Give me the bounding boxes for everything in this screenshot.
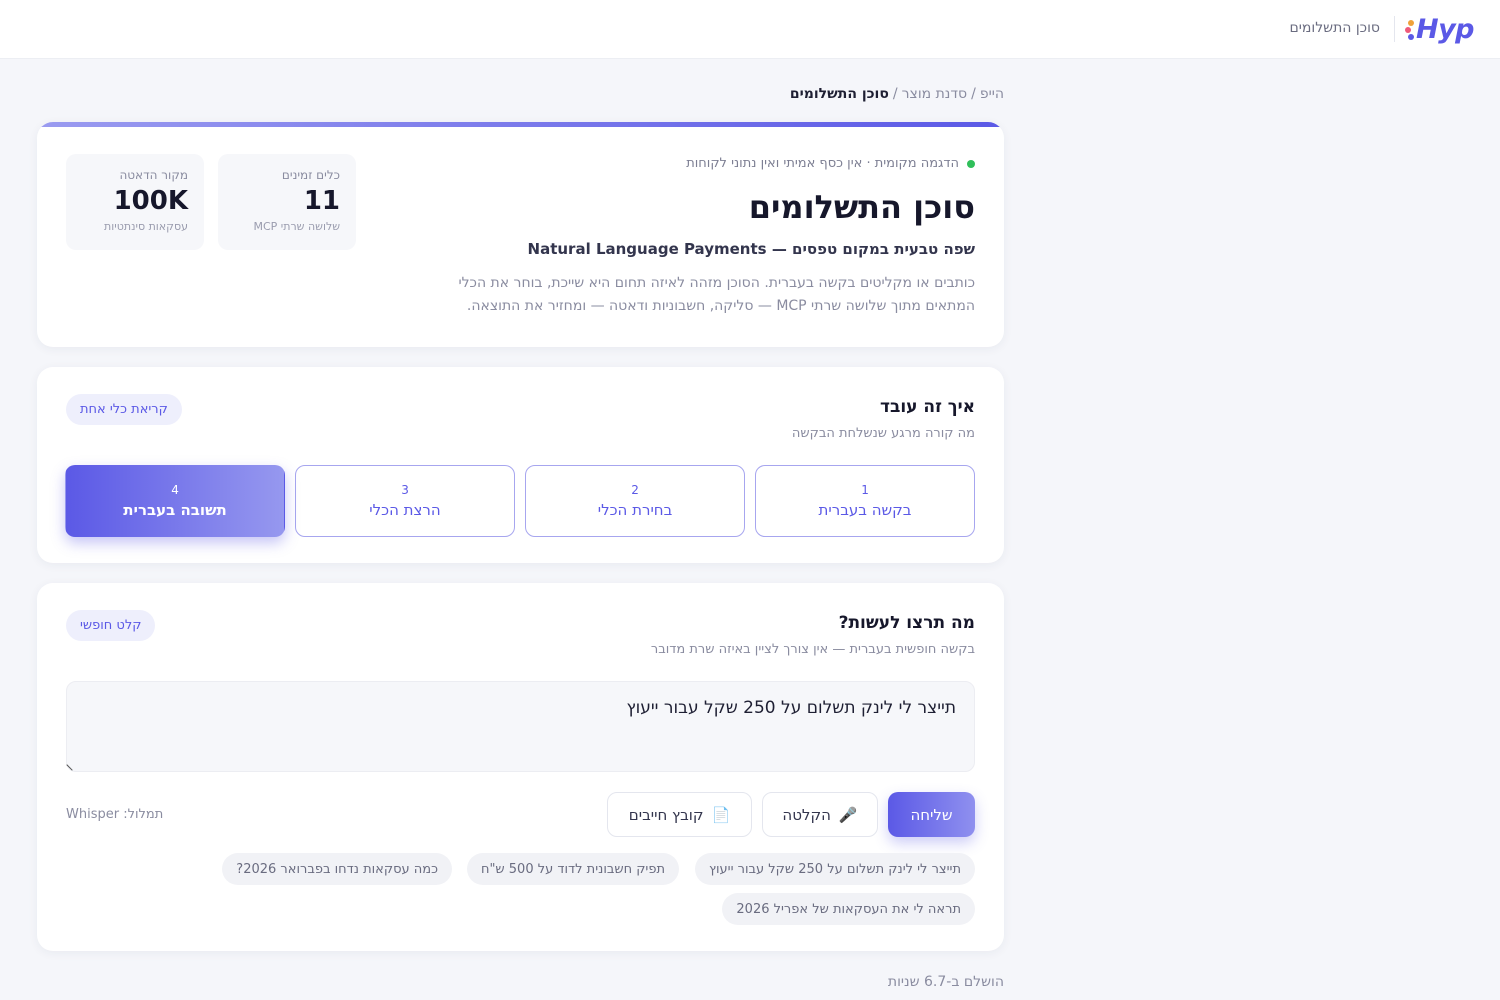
hero-accent-bar bbox=[37, 122, 1004, 127]
breadcrumb-separator: / bbox=[892, 86, 898, 102]
how-title: איך זה עובד bbox=[879, 397, 975, 417]
how-it-works-card: איך זה עובד מה קורה מרגע שנשלחת הבקשה קר… bbox=[37, 367, 1004, 563]
send-button[interactable]: שליחה bbox=[888, 792, 975, 837]
single-tool-call-badge: קריאת כלי אחת bbox=[66, 394, 182, 425]
stat-sub: עסקאות סינתטיות bbox=[104, 220, 188, 233]
stat-label: כלים זמינים bbox=[281, 168, 340, 182]
example-chip-april[interactable]: תראה לי את העסקאות של אפריל 2026 bbox=[722, 893, 975, 925]
step-number: 2 bbox=[631, 483, 639, 497]
transcription-engine: תמלול: Whisper bbox=[66, 807, 164, 822]
breadcrumb-separator: / bbox=[971, 86, 976, 102]
example-chip-declined[interactable]: כמה עסקאות נדחו בפברואר 2026? bbox=[222, 853, 452, 885]
demo-status: הדגמה מקומית · אין כסף אמיתי ואין נתוני … bbox=[686, 156, 975, 171]
file-label: קובץ חייבים bbox=[628, 805, 704, 824]
step-label: תשובה בעברית bbox=[123, 501, 227, 519]
step-number: 1 bbox=[861, 483, 869, 497]
step-label: בחירת הכלי bbox=[597, 501, 673, 519]
debtors-file-button[interactable]: 📄 קובץ חייבים bbox=[607, 792, 752, 837]
send-label: שליחה bbox=[910, 805, 953, 824]
free-input-badge: קלט חופשי bbox=[66, 610, 156, 641]
stat-label: מקור הדאטה bbox=[119, 168, 188, 182]
request-input[interactable] bbox=[66, 681, 975, 772]
demo-status-text: הדגמה מקומית · אין כסף אמיתי ואין נתוני … bbox=[686, 156, 959, 171]
step-label: הרצת הכלי bbox=[369, 501, 441, 519]
top-divider bbox=[1394, 16, 1395, 42]
top-bar: Hyp סוכן התשלומים bbox=[0, 0, 1500, 59]
status-dot-icon bbox=[967, 159, 975, 168]
brand-dots-icon bbox=[1404, 18, 1414, 40]
step-hebrew-answer[interactable]: 4 תשובה בעברית bbox=[65, 465, 285, 537]
query-title: מה תרצו לעשות? bbox=[838, 613, 975, 633]
breadcrumb-item-workshop[interactable]: סדנת מוצר bbox=[902, 86, 968, 102]
how-subtitle: מה קורה מרגע שנשלחת הבקשה bbox=[791, 426, 975, 441]
example-chip-payment-link[interactable]: תייצר לי לינק תשלום על 250 שקל עבור ייעו… bbox=[694, 853, 975, 885]
page-subtitle: שפה טבעית במקום טפסים — Natural Language… bbox=[527, 240, 975, 258]
document-icon: 📄 bbox=[711, 805, 731, 824]
example-chip-invoice[interactable]: תפיק חשבונית לדוד על 500 ש"ח bbox=[466, 853, 679, 885]
step-tool-run[interactable]: 3 הרצת הכלי bbox=[295, 465, 515, 537]
step-number: 3 bbox=[401, 483, 409, 497]
microphone-icon: 🎤 bbox=[838, 805, 858, 824]
stat-data-source: מקור הדאטה 100K עסקאות סינתטיות bbox=[66, 154, 204, 250]
page-title: סוכן התשלומים bbox=[748, 188, 975, 226]
step-hebrew-request[interactable]: 1 בקשה בעברית bbox=[755, 465, 975, 537]
breadcrumb-current: סוכן התשלומים bbox=[789, 86, 889, 102]
brand-name: Hyp bbox=[1415, 13, 1475, 45]
breadcrumb: הייפ / סדנת מוצר / סוכן התשלומים bbox=[790, 86, 1004, 102]
step-tool-selection[interactable]: 2 בחירת הכלי bbox=[525, 465, 745, 537]
step-label: בקשה בעברית bbox=[818, 501, 912, 519]
breadcrumb-item-home[interactable]: הייפ bbox=[980, 86, 1004, 102]
stat-value: 11 bbox=[303, 186, 340, 216]
stat-sub: שלושה שרתי MCP bbox=[253, 220, 340, 233]
page-description: כותבים או מקליטים בקשה בעברית. הסוכן מזה… bbox=[458, 275, 975, 314]
stat-tools-available: כלים זמינים 11 שלושה שרתי MCP bbox=[218, 154, 356, 250]
record-label: הקלטה bbox=[782, 805, 831, 824]
completion-time: הושלם ב-6.7 שניות bbox=[887, 974, 1004, 990]
query-card: מה תרצו לעשות? בקשה חופשית בעברית — אין … bbox=[37, 583, 1004, 951]
query-subtitle: בקשה חופשית בעברית — אין צורך לציין באיז… bbox=[650, 642, 975, 657]
stat-value: 100K bbox=[113, 186, 188, 216]
brand-logo[interactable]: Hyp bbox=[1404, 12, 1475, 46]
record-button[interactable]: 🎤 הקלטה bbox=[762, 792, 878, 837]
top-title: סוכן התשלומים bbox=[1289, 20, 1380, 36]
hero-card: הדגמה מקומית · אין כסף אמיתי ואין נתוני … bbox=[37, 122, 1004, 347]
step-number: 4 bbox=[171, 483, 179, 497]
